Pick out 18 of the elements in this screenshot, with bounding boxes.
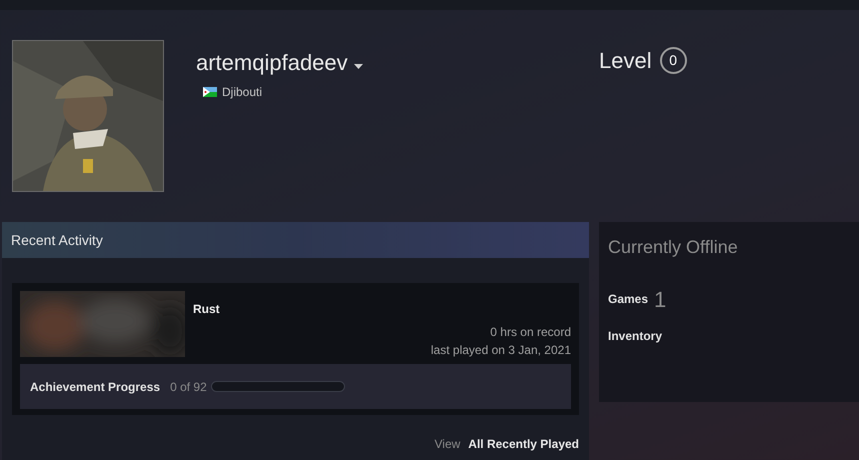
achievement-label: Achievement Progress — [30, 378, 160, 396]
games-count: 1 — [654, 289, 666, 311]
country-label: Djibouti — [222, 84, 262, 101]
all-recently-played-link[interactable]: All Recently Played — [468, 435, 579, 453]
caret-icon[interactable] — [354, 64, 363, 69]
section-title: Recent Activity — [11, 230, 103, 250]
level-label: Level — [599, 46, 652, 74]
profile-name: artemqipfadeev — [196, 49, 348, 77]
games-link[interactable]: Games — [608, 290, 648, 308]
last-played: last played on 3 Jan, 2021 — [430, 342, 571, 359]
level-badge: 0 — [660, 46, 687, 74]
inventory-link[interactable]: Inventory — [608, 327, 850, 345]
flag-icon — [203, 87, 217, 97]
view-label: View — [434, 436, 460, 453]
achievement-count: 0 of 92 — [170, 378, 207, 396]
hours-on-record: 0 hrs on record — [489, 324, 571, 341]
game-name[interactable]: Rust — [193, 300, 571, 318]
status-text: Currently Offline — [608, 236, 739, 259]
